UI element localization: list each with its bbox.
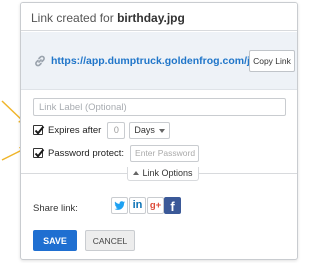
share-link-dialog: Link created for birthday.jpg https://ap…	[20, 2, 298, 260]
expires-number-input[interactable]: 0	[107, 121, 126, 139]
facebook-icon[interactable]: f	[164, 197, 181, 214]
share-label: Share link:	[33, 203, 78, 214]
title-prefix: Link created for	[31, 11, 114, 25]
link-panel: https://app.dumptruck.goldenfrog.com/j9f…	[21, 32, 297, 90]
google-plus-icon[interactable]: g+	[147, 197, 164, 214]
checkmark-icon	[34, 148, 45, 158]
dialog-title: Link created for birthday.jpg	[31, 11, 185, 25]
linkedin-icon[interactable]: in	[129, 197, 146, 214]
expires-label: Expires after	[48, 124, 102, 136]
expires-checkbox[interactable]	[33, 125, 45, 135]
link-icon	[35, 55, 45, 67]
password-row: Password protect: Enter Password	[33, 144, 200, 162]
title-filename: birthday.jpg	[117, 11, 185, 25]
copy-link-button[interactable]: Copy Link	[249, 50, 295, 72]
twitter-icon[interactable]	[111, 197, 128, 214]
caret-up-icon	[133, 170, 140, 175]
link-label-input[interactable]	[33, 98, 286, 116]
checkmark-icon	[34, 125, 45, 135]
dialog-header: Link created for birthday.jpg	[21, 3, 297, 31]
save-button[interactable]: SAVE	[33, 230, 77, 251]
expires-row: Expires after 0 Days	[33, 121, 171, 139]
password-input[interactable]: Enter Password	[130, 144, 200, 162]
link-options-toggle[interactable]: Link Options	[127, 167, 199, 181]
chevron-down-icon	[159, 128, 166, 133]
password-label: Password protect:	[48, 147, 125, 159]
expires-unit-value: Days	[134, 124, 155, 135]
cancel-button[interactable]: CANCEL	[85, 230, 135, 251]
password-checkbox[interactable]	[33, 148, 45, 158]
link-options-label: Link Options	[142, 168, 193, 178]
expires-unit-select[interactable]: Days	[129, 121, 171, 139]
